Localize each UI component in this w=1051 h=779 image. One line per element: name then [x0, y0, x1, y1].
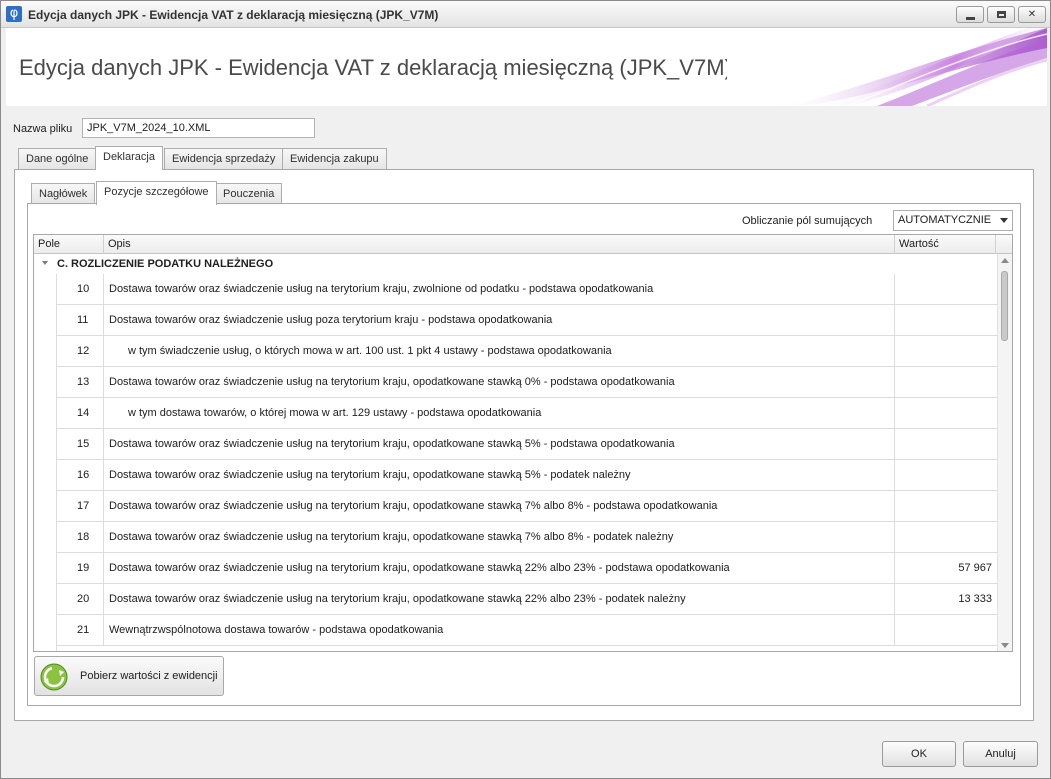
ok-button[interactable]: OK — [882, 741, 956, 767]
calc-mode-label: Obliczanie pól sumujących — [742, 215, 873, 227]
column-header-pole[interactable]: Pole — [34, 235, 104, 254]
cell-pole: 21 — [57, 615, 104, 645]
collapse-arrow-icon[interactable] — [42, 261, 48, 265]
refresh-icon — [40, 663, 68, 691]
table-row[interactable]: 19 Dostawa towarów oraz świadczenie usłu… — [56, 553, 997, 584]
cell-wartosc[interactable] — [896, 305, 996, 335]
cell-wartosc[interactable] — [896, 336, 996, 366]
chevron-down-icon — [1000, 218, 1008, 223]
cell-wartosc[interactable] — [896, 274, 996, 304]
cell-pole: 14 — [57, 398, 104, 428]
cell-opis: Dostawa towarów oraz świadczenie usług n… — [105, 460, 895, 490]
grid-rows: 10 Dostawa towarów oraz świadczenie usłu… — [34, 274, 997, 651]
dialog-window: φ Edycja danych JPK - Ewidencja VAT z de… — [0, 0, 1051, 779]
table-row[interactable]: 13 Dostawa towarów oraz świadczenie usłu… — [56, 367, 997, 398]
table-row[interactable]: 12 w tym świadczenie usług, o których mo… — [56, 336, 997, 367]
cell-wartosc[interactable] — [896, 398, 996, 428]
cell-opis: Dostawa towarów oraz świadczenie usług p… — [105, 305, 895, 335]
scroll-thumb[interactable] — [1001, 271, 1008, 341]
tab-pozycje-szczegolowe[interactable]: Pozycje szczegółowe — [96, 181, 217, 205]
scroll-up-icon[interactable] — [1001, 258, 1009, 263]
cell-pole: 17 — [57, 491, 104, 521]
cell-wartosc[interactable] — [896, 460, 996, 490]
cell-opis: Dostawa towarów oraz świadczenie usług n… — [105, 584, 895, 614]
group-row[interactable]: C. ROZLICZENIE PODATKU NALEŻNEGO — [34, 254, 997, 274]
filename-input[interactable] — [82, 118, 315, 138]
table-row[interactable]: 17 Dostawa towarów oraz świadczenie usłu… — [56, 491, 997, 522]
close-button[interactable]: ✕ — [1018, 6, 1046, 23]
page-title: Edycja danych JPK - Ewidencja VAT z dekl… — [19, 55, 732, 80]
column-header-opis[interactable]: Opis — [104, 235, 895, 254]
cell-wartosc[interactable]: 57 967 — [896, 553, 996, 583]
tab-ewidencja-zakupu[interactable]: Ewidencja zakupu — [282, 148, 387, 170]
minimize-icon — [966, 17, 975, 20]
cell-pole: 18 — [57, 522, 104, 552]
close-icon: ✕ — [1027, 9, 1037, 20]
column-header-wartosc[interactable]: Wartość — [895, 235, 996, 254]
cell-opis: Dostawa towarów oraz świadczenie usług n… — [105, 491, 895, 521]
minimize-button[interactable] — [956, 6, 984, 23]
cell-opis: Wewnątrzwspólnotowa dostawa towarów - po… — [105, 615, 895, 645]
cell-pole: 11 — [57, 305, 104, 335]
cell-wartosc[interactable] — [896, 522, 996, 552]
table-row[interactable]: 20 Dostawa towarów oraz świadczenie usłu… — [56, 584, 997, 615]
cell-pole: 15 — [57, 429, 104, 459]
header-banner: Edycja danych JPK - Ewidencja VAT z dekl… — [6, 28, 1047, 106]
tab-naglowek[interactable]: Nagłówek — [31, 183, 96, 205]
table-row[interactable]: 18 Dostawa towarów oraz świadczenie usłu… — [56, 522, 997, 553]
calc-mode-value: AUTOMATYCZNIE — [898, 214, 992, 226]
tab-deklaracja[interactable]: Deklaracja — [95, 146, 163, 170]
fetch-values-button[interactable]: Pobierz wartości z ewidencji — [34, 656, 224, 696]
cell-opis: w tym świadczenie usług, o których mowa … — [105, 336, 895, 366]
cell-pole: 12 — [57, 336, 104, 366]
tab-ewidencja-sprzedazy[interactable]: Ewidencja sprzedaży — [164, 148, 284, 170]
group-label: C. ROZLICZENIE PODATKU NALEŻNEGO — [57, 258, 274, 270]
cell-pole: 13 — [57, 367, 104, 397]
cell-wartosc[interactable] — [896, 615, 996, 645]
cell-wartosc[interactable] — [896, 429, 996, 459]
cell-opis: Dostawa towarów oraz świadczenie usług n… — [105, 274, 895, 304]
table-row[interactable]: 16 Dostawa towarów oraz świadczenie usłu… — [56, 460, 997, 491]
table-row[interactable]: 21 Wewnątrzwspólnotowa dostawa towarów -… — [56, 615, 997, 646]
positions-grid: Pole Opis Wartość C. ROZLICZENIE PODATKU… — [33, 234, 1013, 652]
app-logo-icon: φ — [6, 6, 22, 22]
cancel-button[interactable]: Anuluj — [963, 741, 1038, 767]
table-row[interactable]: 14 w tym dostawa towarów, o której mowa … — [56, 398, 997, 429]
fetch-values-label: Pobierz wartości z ewidencji — [80, 670, 218, 682]
cell-pole: 20 — [57, 584, 104, 614]
vertical-scrollbar[interactable] — [997, 254, 1012, 651]
grid-header: Pole Opis Wartość — [34, 235, 1012, 254]
cell-opis: Dostawa towarów oraz świadczenie usług n… — [105, 367, 895, 397]
cell-pole: 19 — [57, 553, 104, 583]
cell-opis: w tym dostawa towarów, o której mowa w a… — [105, 398, 895, 428]
scroll-down-icon[interactable] — [1001, 643, 1009, 648]
cell-opis: Dostawa towarów oraz świadczenie usług n… — [105, 429, 895, 459]
tab-pouczenia[interactable]: Pouczenia — [215, 183, 283, 205]
cell-opis: Dostawa towarów oraz świadczenie usług n… — [105, 553, 895, 583]
cell-wartosc[interactable] — [896, 367, 996, 397]
calc-mode-select[interactable]: AUTOMATYCZNIE — [893, 210, 1013, 231]
title-bar[interactable]: φ Edycja danych JPK - Ewidencja VAT z de… — [1, 1, 1050, 28]
window-title: Edycja danych JPK - Ewidencja VAT z dekl… — [28, 8, 439, 22]
cell-wartosc[interactable]: 13 333 — [896, 584, 996, 614]
decorative-swoosh — [727, 28, 1047, 106]
table-row[interactable]: 11 Dostawa towarów oraz świadczenie usłu… — [56, 305, 997, 336]
cell-wartosc[interactable] — [896, 491, 996, 521]
tab-dane-ogolne[interactable]: Dane ogólne — [18, 148, 97, 170]
cell-pole: 10 — [57, 274, 104, 304]
maximize-button[interactable] — [987, 6, 1015, 23]
cell-pole: 16 — [57, 460, 104, 490]
table-row[interactable]: 15 Dostawa towarów oraz świadczenie usłu… — [56, 429, 997, 460]
maximize-icon — [997, 11, 1006, 18]
filename-label: Nazwa pliku — [13, 123, 73, 135]
cell-opis: Dostawa towarów oraz świadczenie usług n… — [105, 522, 895, 552]
table-row[interactable]: 10 Dostawa towarów oraz świadczenie usłu… — [56, 274, 997, 305]
